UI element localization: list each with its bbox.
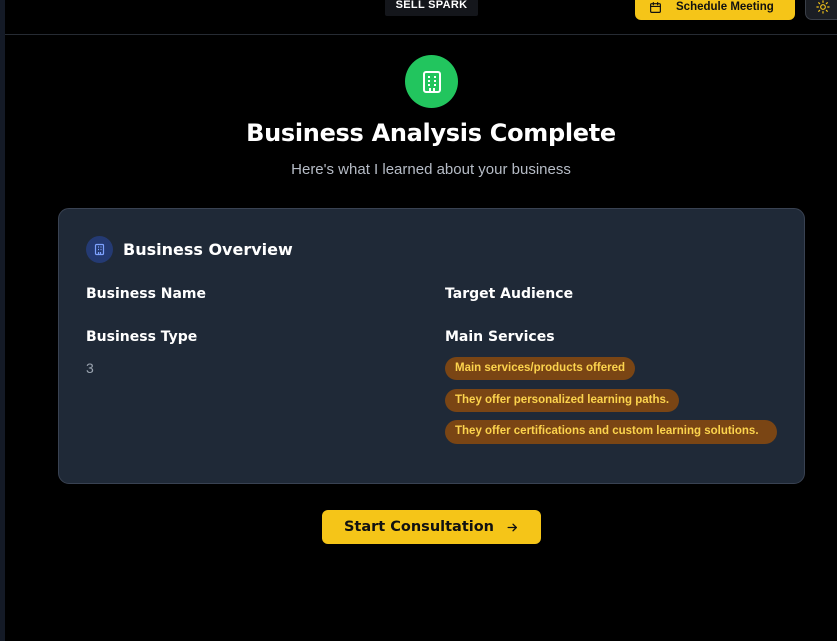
service-tag: They offer personalized learning paths.: [445, 389, 680, 412]
business-overview-card: Business Overview Business Name Business…: [58, 208, 805, 484]
building-icon: [422, 70, 441, 93]
app-logo: SELL SPARK: [385, 0, 478, 16]
main-services-label: Main Services: [445, 329, 555, 345]
business-type-label: Business Type: [86, 329, 198, 345]
overview-badge: [86, 236, 113, 263]
arrow-right-icon: [507, 523, 517, 531]
service-tag: Main services/products offered: [445, 357, 635, 380]
target-audience-label: Target Audience: [445, 286, 574, 302]
calendar-icon: [650, 1, 661, 13]
left-edge-panel: [0, 0, 5, 641]
page-title: Business Analysis Complete: [246, 119, 616, 147]
services-list: Main services/products offered They offe…: [445, 356, 777, 452]
start-consultation-button[interactable]: Start Consultation: [322, 510, 541, 544]
schedule-meeting-button[interactable]: Schedule Meeting: [635, 0, 795, 20]
top-bar: SELL SPARK Schedule Meeting: [5, 0, 837, 35]
service-tag: They offer certifications and custom lea…: [445, 420, 777, 444]
analysis-complete-badge: [405, 55, 458, 108]
sun-icon: [816, 0, 830, 14]
page-subtitle: Here's what I learned about your busines…: [291, 161, 571, 178]
start-consultation-label: Start Consultation: [343, 519, 495, 535]
business-type-value: 3: [86, 360, 94, 376]
business-name-label: Business Name: [86, 286, 207, 302]
building-icon: [94, 243, 105, 256]
card-title: Business Overview: [123, 240, 293, 259]
app-window: SELL SPARK Schedule Meeting Business Ana…: [0, 0, 837, 641]
theme-toggle-button[interactable]: [805, 0, 837, 20]
schedule-meeting-label: Schedule Meeting: [676, 1, 774, 13]
